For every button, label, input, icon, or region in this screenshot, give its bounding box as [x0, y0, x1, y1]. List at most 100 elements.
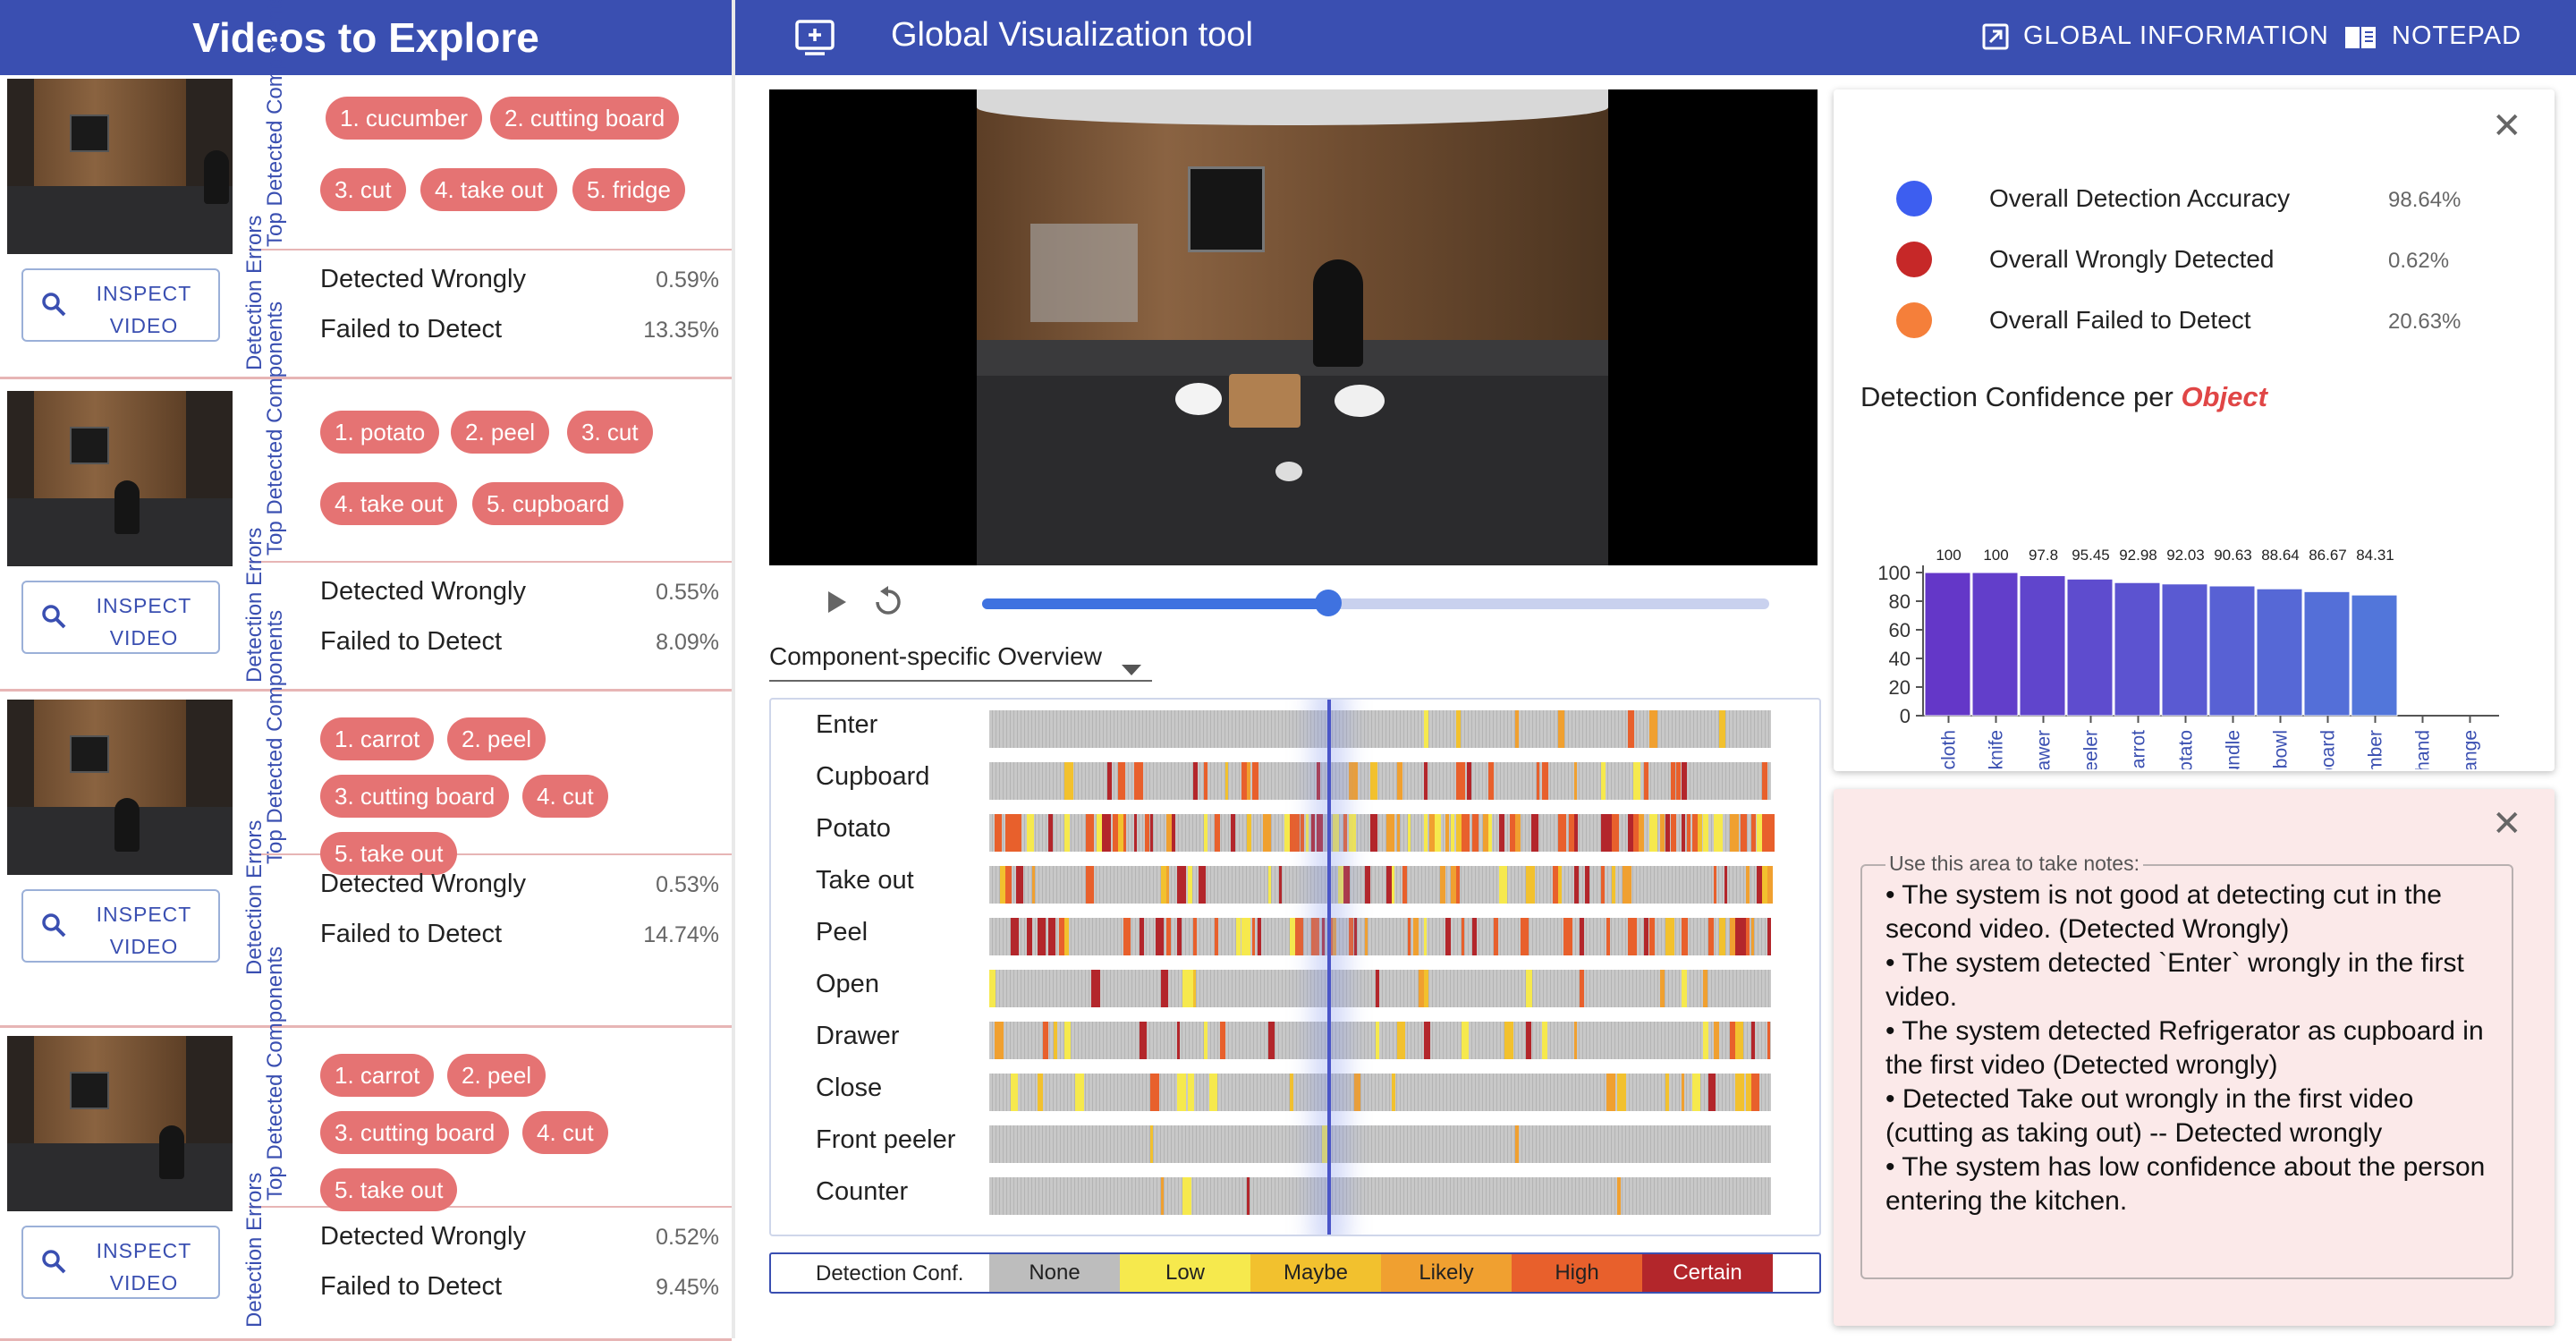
component-chip[interactable]: 4. take out: [420, 168, 558, 211]
search-icon: [41, 1249, 66, 1279]
chart-title-emphasis: Object: [2181, 381, 2267, 412]
heatmap-row[interactable]: Close: [771, 1070, 1819, 1111]
x-tick-label: orange: [2461, 730, 2481, 769]
error-label: Failed to Detect: [320, 315, 503, 344]
notes-textarea[interactable]: Use this area to take notes: • The syste…: [1860, 852, 2513, 1279]
error-label: Detected Wrongly: [320, 265, 526, 293]
error-value: 9.45%: [656, 1275, 719, 1300]
component-chip[interactable]: 5. fridge: [572, 168, 685, 211]
component-chip[interactable]: 1. carrot: [320, 1054, 435, 1097]
progress-handle[interactable]: [1315, 590, 1343, 616]
bar: [2114, 581, 2161, 717]
notepad-label: NOTEPAD: [2392, 21, 2522, 50]
x-tick-label: bowl: [2271, 730, 2292, 768]
heatmap-row[interactable]: Cupboard: [771, 759, 1819, 800]
component-chip[interactable]: 2. peel: [447, 1054, 547, 1097]
error-label: Failed to Detect: [320, 920, 503, 948]
x-tick-label: hand: [2413, 730, 2434, 769]
chart-title: Detection Confidence per Object: [1860, 381, 2267, 413]
component-heatmap[interactable]: Enter Cupboard Potato Take out Peel Open Drawe…: [769, 698, 1821, 1236]
component-chip[interactable]: 2. peel: [447, 717, 547, 760]
bar-value-label: 88.64: [2261, 547, 2300, 564]
video-card: INSPECT VIDEO Top Detected Components Dete…: [0, 946, 732, 1341]
component-chip[interactable]: 3. cut: [567, 411, 653, 454]
replay-icon[interactable]: [873, 585, 903, 622]
heatmap-row-label: Peel: [816, 918, 869, 946]
component-chip[interactable]: 1. potato: [320, 411, 440, 454]
section-divider: [249, 249, 732, 250]
metric-value: 98.64%: [2388, 188, 2462, 212]
progress-slider[interactable]: [982, 590, 1769, 616]
play-icon[interactable]: [825, 589, 848, 620]
close-icon[interactable]: ✕: [2492, 106, 2522, 147]
heatmap-row-label: Enter: [816, 710, 878, 739]
bar-value-label: 90.63: [2214, 547, 2252, 564]
video-thumbnail[interactable]: [7, 79, 233, 254]
component-chip[interactable]: 5. take out: [320, 1168, 458, 1211]
heatmap-row[interactable]: Drawer: [771, 1018, 1819, 1059]
close-notes-icon[interactable]: ✕: [2492, 803, 2522, 844]
bar: [2303, 590, 2351, 717]
inspect-video-label: INSPECT VIDEO: [96, 594, 192, 649]
video-player[interactable]: [769, 89, 1818, 565]
component-chip[interactable]: 5. take out: [320, 832, 458, 875]
time-cursor: [1327, 700, 1331, 1235]
bar-value-label: 92.98: [2119, 547, 2157, 564]
error-value: 0.53%: [656, 872, 719, 897]
heatmap-row-label: Open: [816, 970, 879, 998]
progress-fill: [982, 598, 1329, 609]
notepad-card: ✕ Use this area to take notes: • The sys…: [1834, 789, 2555, 1326]
heatmap-row-label: Cupboard: [816, 762, 930, 791]
video-thumbnail[interactable]: [7, 1036, 233, 1211]
video-thumbnail[interactable]: [7, 700, 233, 875]
component-chip[interactable]: 4. take out: [320, 482, 458, 525]
error-label: Detected Wrongly: [320, 577, 526, 606]
bar: [2256, 588, 2303, 717]
heatmap-row[interactable]: Enter: [771, 707, 1819, 748]
component-chip[interactable]: 5. cupboard: [472, 482, 624, 525]
heatmap-row[interactable]: Open: [771, 966, 1819, 1007]
x-tick-label: cutting board: [2318, 730, 2339, 769]
inspect-video-button[interactable]: INSPECT VIDEO: [21, 581, 220, 654]
heatmap-row[interactable]: Potato: [771, 811, 1819, 852]
component-chip[interactable]: 3. cutting board: [320, 1111, 510, 1154]
bar: [2351, 594, 2398, 717]
component-chip[interactable]: 3. cutting board: [320, 775, 510, 818]
component-chip[interactable]: 2. peel: [451, 411, 550, 454]
view-select[interactable]: Component-specific Overview: [769, 639, 1152, 682]
book-icon: [2345, 26, 2376, 48]
heatmap-row[interactable]: Peel: [771, 914, 1819, 955]
component-chip[interactable]: 1. cucumber: [326, 97, 483, 140]
inspect-video-button[interactable]: INSPECT VIDEO: [21, 1226, 220, 1299]
x-tick-label: knife: [1987, 730, 2007, 769]
notes-content[interactable]: • The system is not good at detecting cu…: [1885, 878, 2503, 1218]
heatmap-row[interactable]: Take out: [771, 862, 1819, 904]
metric-label: Overall Failed to Detect: [1989, 306, 2251, 334]
heatmap-row[interactable]: Front peeler: [771, 1122, 1819, 1163]
inspect-video-button[interactable]: INSPECT VIDEO: [21, 268, 220, 342]
notepad-button[interactable]: NOTEPAD: [2343, 21, 2521, 51]
x-tick-label: drawer: [2034, 730, 2055, 769]
heatmap-row-bar: [989, 710, 1771, 748]
add-to-queue-icon[interactable]: [794, 18, 837, 62]
y-tick-label: 0: [1900, 705, 1911, 727]
bar: [1971, 572, 2019, 717]
error-value: 13.35%: [643, 318, 719, 343]
inspect-video-button[interactable]: INSPECT VIDEO: [21, 889, 220, 963]
global-information-button[interactable]: GLOBAL INFORMATION: [1982, 21, 2329, 51]
heatmap-row-bar: [989, 1022, 1771, 1059]
metric-color-dot: [1896, 242, 1932, 277]
video-thumbnail[interactable]: [7, 391, 233, 566]
component-chip[interactable]: 3. cut: [320, 168, 406, 211]
component-chip[interactable]: 1. carrot: [320, 717, 435, 760]
component-chip[interactable]: 4. cut: [522, 1111, 608, 1154]
heatmap-row[interactable]: Counter: [771, 1174, 1819, 1215]
detection-errors-label: Detection Errors: [242, 1172, 267, 1328]
inspect-video-label: INSPECT VIDEO: [96, 903, 192, 958]
chevron-down-icon: [1122, 653, 1141, 682]
view-select-value: Component-specific Overview: [769, 642, 1102, 670]
heatmap-row-label: Front peeler: [816, 1125, 956, 1154]
component-chip[interactable]: 4. cut: [522, 775, 608, 818]
bar-value-label: 92.03: [2166, 547, 2205, 564]
component-chip[interactable]: 2. cutting board: [490, 97, 680, 140]
